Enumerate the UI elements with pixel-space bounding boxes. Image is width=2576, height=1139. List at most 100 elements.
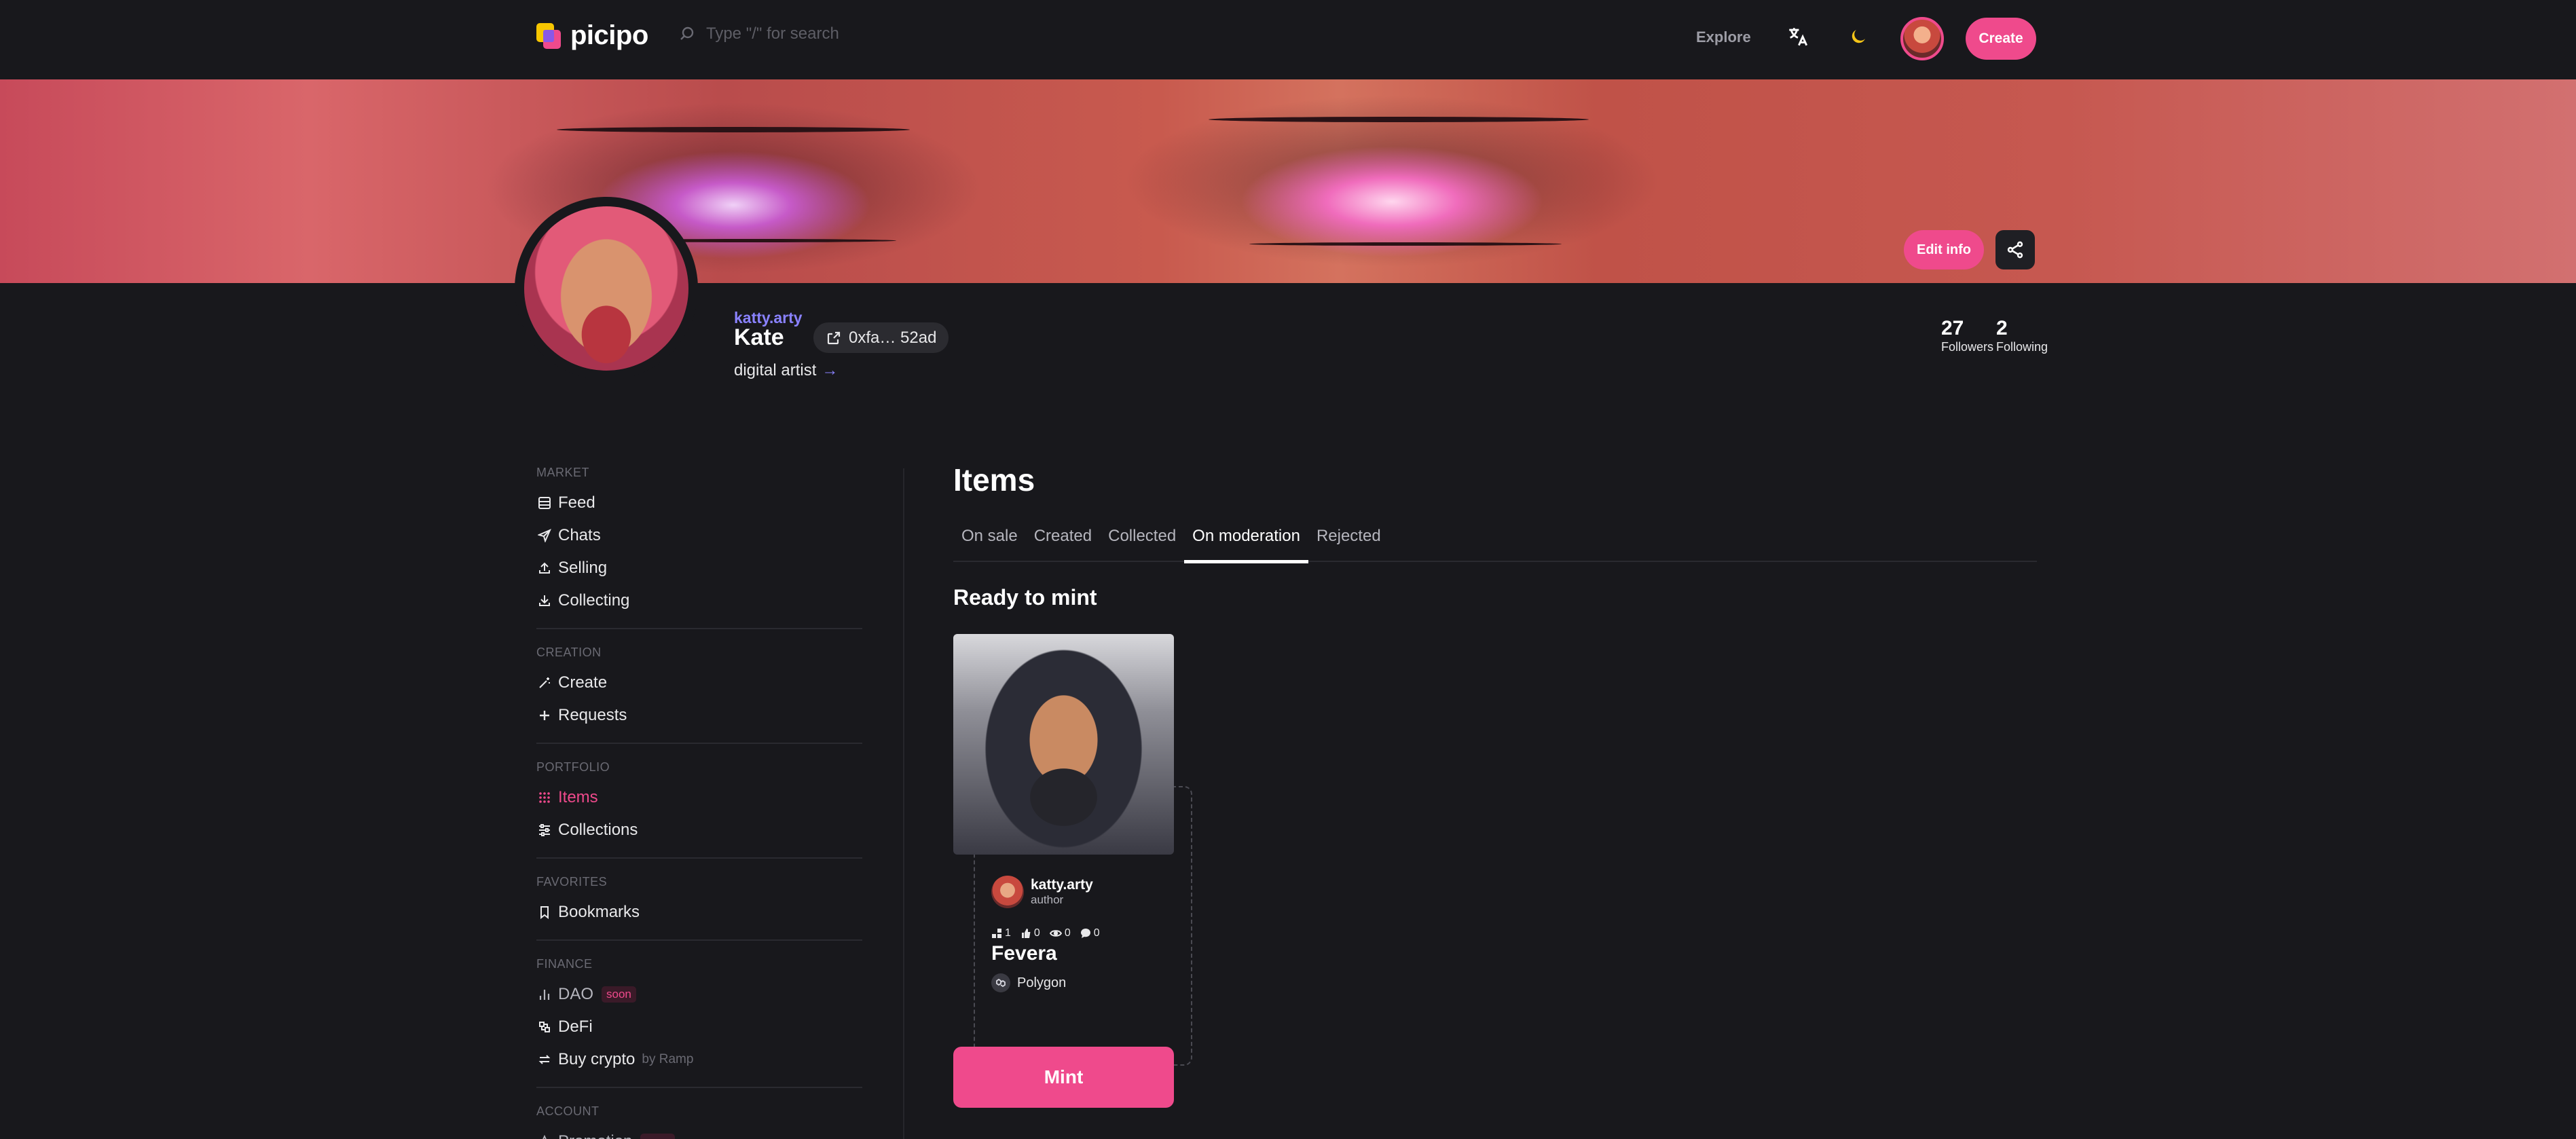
sidebar-item-label: DAO xyxy=(558,985,594,1003)
translate-icon xyxy=(1789,28,1808,46)
item-metrics: 1 0 0 0 xyxy=(991,927,1181,939)
arrow-right-icon[interactable]: → xyxy=(822,361,838,380)
bar-chart-icon xyxy=(536,986,553,1003)
content-divider xyxy=(903,468,904,1139)
section-title: ACCOUNT xyxy=(536,1104,600,1118)
logo-text: picipo xyxy=(570,20,648,50)
search-bar[interactable] xyxy=(679,24,991,43)
sidebar-section-creation: CREATION Create Requests xyxy=(536,641,862,744)
star-icon xyxy=(536,1134,553,1139)
like-icon xyxy=(1021,929,1031,938)
sidebar-item-items[interactable]: Items xyxy=(536,781,862,814)
profile-name: Kate xyxy=(734,324,784,350)
metric-value: 0 xyxy=(1033,927,1040,939)
followers-count: 27 xyxy=(1941,317,1964,339)
comments-metric: 0 xyxy=(1080,927,1100,939)
sidebar-item-chats[interactable]: Chats xyxy=(536,519,862,552)
sidebar-item-collecting[interactable]: Collecting xyxy=(536,584,862,617)
sidebar-item-buy-crypto[interactable]: Buy crypto by Ramp xyxy=(536,1043,862,1076)
edit-info-button[interactable]: Edit info xyxy=(1904,230,1984,269)
following-stat[interactable]: 2 Following xyxy=(1996,317,2048,354)
defi-icon xyxy=(536,1019,553,1035)
search-input[interactable] xyxy=(706,24,991,43)
bookmark-icon xyxy=(536,904,553,920)
items-tabs: On sale Created Collected On moderation … xyxy=(953,519,2037,563)
send-icon xyxy=(536,527,553,544)
metric-value: 0 xyxy=(1093,927,1100,939)
sidebar-item-label: Create xyxy=(558,673,608,692)
metric-value: 0 xyxy=(1064,927,1071,939)
sidebar-item-label: Selling xyxy=(558,559,608,577)
sidebar-item-label: Chats xyxy=(558,526,601,544)
sidebar: MARKET Feed Chats Selling Collecting CRE… xyxy=(536,462,862,1139)
share-icon xyxy=(2007,241,2023,259)
tab-collected[interactable]: Collected xyxy=(1100,519,1184,562)
feed-icon xyxy=(536,495,553,511)
wallet-address-chip[interactable]: 0xfa… 52ad xyxy=(813,322,949,353)
tab-rejected[interactable]: Rejected xyxy=(1308,519,1389,562)
sidebar-section-portfolio: PORTFOLIO Items Collections xyxy=(536,756,862,859)
sidebar-section-finance: FINANCE DAO soon DeFi Buy crypto by Ramp xyxy=(536,953,862,1088)
item-card-body: katty.arty author 1 0 0 0 Fevera Polygon xyxy=(991,876,1181,992)
sidebar-item-label: Items xyxy=(558,788,598,806)
followers-label: Followers xyxy=(1941,340,1994,354)
sidebar-item-bookmarks[interactable]: Bookmarks xyxy=(536,896,862,929)
plus-icon xyxy=(536,707,553,724)
section-title: MARKET xyxy=(536,466,590,479)
sidebar-item-label: Collections xyxy=(558,821,638,839)
author-name: katty.arty xyxy=(1031,877,1093,893)
item-name[interactable]: Fevera xyxy=(991,942,1181,965)
sidebar-item-create[interactable]: Create xyxy=(536,667,862,699)
sliders-icon xyxy=(536,822,553,838)
exchange-icon xyxy=(536,1051,553,1068)
theme-toggle-button[interactable] xyxy=(1845,23,1872,50)
profile-banner xyxy=(0,79,2576,283)
section-title: CREATION xyxy=(536,646,602,659)
sidebar-item-selling[interactable]: Selling xyxy=(536,552,862,584)
ramp-suffix: by Ramp xyxy=(642,1052,694,1066)
sidebar-item-dao[interactable]: DAO soon xyxy=(536,978,862,1011)
chain-name: Polygon xyxy=(1017,975,1067,990)
page-title: Items xyxy=(953,462,1035,498)
user-avatar[interactable] xyxy=(1900,17,1944,60)
share-button[interactable] xyxy=(1995,230,2035,269)
tab-on-moderation[interactable]: On moderation xyxy=(1184,519,1308,563)
sidebar-item-requests[interactable]: Requests xyxy=(536,699,862,732)
logo[interactable]: picipo xyxy=(536,20,648,51)
section-title: PORTFOLIO xyxy=(536,760,610,774)
metric-value: 1 xyxy=(1005,927,1011,939)
search-icon xyxy=(680,26,694,40)
top-bar: picipo Explore Create xyxy=(0,0,2576,79)
sidebar-item-feed[interactable]: Feed xyxy=(536,487,862,519)
author-role: author xyxy=(1031,893,1064,906)
upload-icon xyxy=(536,560,553,576)
section-heading: Ready to mint xyxy=(953,585,1097,610)
profile-bio: digital artist → xyxy=(734,361,838,380)
sidebar-item-promotion[interactable]: Promotion soon xyxy=(536,1125,862,1139)
tab-on-sale[interactable]: On sale xyxy=(953,519,1026,562)
chain-row: Polygon xyxy=(991,973,1181,992)
following-count: 2 xyxy=(1996,317,2008,339)
bio-text: digital artist xyxy=(734,361,817,379)
sidebar-section-favorites: FAVORITES Bookmarks xyxy=(536,871,862,941)
translate-button[interactable] xyxy=(1784,23,1811,50)
tab-created[interactable]: Created xyxy=(1026,519,1100,562)
sidebar-item-defi[interactable]: DeFi xyxy=(536,1011,862,1043)
explore-link[interactable]: Explore xyxy=(1696,29,1751,46)
sidebar-item-label: Buy crypto xyxy=(558,1050,636,1068)
following-label: Following xyxy=(1996,340,2048,354)
soon-badge: soon xyxy=(640,1134,676,1139)
sidebar-section-account: ACCOUNT Promotion soon xyxy=(536,1100,862,1139)
sidebar-item-label: DeFi xyxy=(558,1017,593,1036)
sidebar-item-label: Feed xyxy=(558,493,595,512)
sidebar-item-label: Bookmarks xyxy=(558,903,640,921)
mint-button[interactable]: Mint xyxy=(953,1047,1174,1108)
author-row[interactable]: katty.arty author xyxy=(991,876,1181,908)
followers-stat[interactable]: 27 Followers xyxy=(1941,317,1993,354)
wallet-address: 0xfa… 52ad xyxy=(849,328,937,347)
sidebar-item-collections[interactable]: Collections xyxy=(536,814,862,846)
sidebar-item-label: Promotion xyxy=(558,1132,632,1139)
create-button[interactable]: Create xyxy=(1966,18,2036,60)
sidebar-section-market: MARKET Feed Chats Selling Collecting xyxy=(536,462,862,629)
item-image[interactable] xyxy=(953,634,1174,855)
